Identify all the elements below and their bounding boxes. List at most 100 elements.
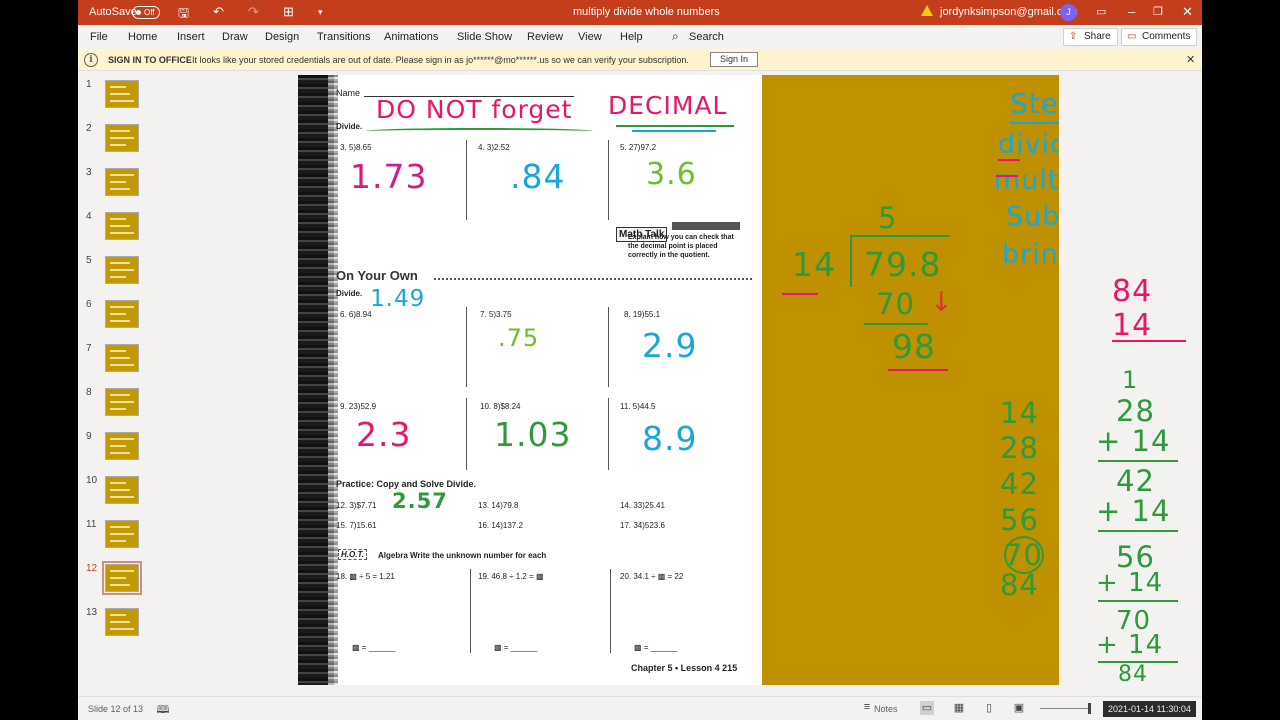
problem-8: 8. 19)55.1 <box>624 310 661 319</box>
reading-view-icon[interactable]: ▯ <box>982 701 996 715</box>
ink-sum-line <box>1098 530 1178 532</box>
message-text: It looks like your stored credentials ar… <box>192 55 689 65</box>
comments-label: Comments <box>1142 31 1191 42</box>
info-icon: i <box>84 53 98 67</box>
ink-steps-underline <box>1010 122 1059 124</box>
avatar[interactable]: J <box>1060 4 1077 21</box>
answer-blank-19: ▩ = ______ <box>494 643 538 652</box>
slide-thumbnail[interactable]: 12 <box>78 561 168 601</box>
ink-underline <box>616 125 734 129</box>
tab-review[interactable]: Review <box>527 31 563 43</box>
ink-addend: + 14 <box>1096 630 1164 660</box>
slide-thumbnail[interactable]: 13 <box>78 605 168 645</box>
comments-button[interactable]: ▭ Comments <box>1121 28 1198 46</box>
ink-subtract-line <box>864 323 928 325</box>
divide-heading: Divide. <box>336 122 363 131</box>
ink-bring-down-arrow: ↓ <box>930 287 954 318</box>
name-label: Name <box>336 88 361 98</box>
slide-thumbnails-pane: 1 2 3 4 5 6 7 8 9 10 11 12 13 <box>78 71 168 696</box>
search-icon[interactable]: ⌕ <box>672 29 679 44</box>
ink-multiple: 56 <box>1000 503 1039 537</box>
autosave-toggle[interactable]: Off <box>132 6 160 19</box>
slide-thumbnail[interactable]: 7 <box>78 341 168 381</box>
close-message-icon[interactable]: ✕ <box>1186 53 1195 66</box>
tab-insert[interactable]: Insert <box>177 31 205 43</box>
close-icon[interactable]: ✕ <box>1182 4 1193 20</box>
normal-view-icon[interactable]: ▭ <box>920 701 934 715</box>
divider <box>608 398 609 470</box>
present-icon[interactable]: ⊞ <box>283 4 294 20</box>
slide-canvas[interactable]: Name Divide. 3. 5)8.65 4. 3)2.52 5. 27)9… <box>298 75 1059 685</box>
slide-preview <box>105 124 139 152</box>
ink-multiple: 42 <box>1000 467 1039 501</box>
notes-button[interactable]: Notes <box>874 704 898 714</box>
save-icon[interactable]: 🖫 <box>178 4 189 26</box>
slide-sorter-icon[interactable]: ▦ <box>952 701 966 715</box>
practice-banner <box>672 222 740 230</box>
tab-view[interactable]: View <box>578 31 602 43</box>
tab-slide-show[interactable]: Slide Show <box>457 31 512 43</box>
problem-17: 17. 34)523.6 <box>620 521 665 530</box>
message-bar: i SIGN IN TO OFFICE It looks like your s… <box>78 49 1202 71</box>
slide-thumbnail[interactable]: 4 <box>78 209 168 249</box>
minimize-icon[interactable]: – <box>1128 4 1135 19</box>
ink-sum: 84 <box>1118 662 1148 687</box>
ink-multiple: 14 <box>1000 396 1039 430</box>
account-email[interactable]: jordynksimpson@gmail.com <box>940 6 1078 18</box>
share-button[interactable]: ⇪ Share <box>1063 28 1118 46</box>
tab-home[interactable]: Home <box>128 31 157 43</box>
slide-thumbnail[interactable]: 8 <box>78 385 168 425</box>
divider <box>610 569 611 653</box>
slideshow-icon[interactable]: ▣ <box>1012 701 1026 715</box>
slide-number: 11 <box>86 519 97 530</box>
tab-file[interactable]: File <box>90 31 108 43</box>
zoom-slider[interactable] <box>1040 708 1090 709</box>
ink-addend: 28 <box>1116 394 1155 428</box>
tab-animations[interactable]: Animations <box>384 31 438 43</box>
slide-number: 3 <box>86 167 92 178</box>
dotted-rule <box>434 278 752 280</box>
tab-design[interactable]: Design <box>265 31 299 43</box>
ink-multiple: 28 <box>1000 431 1039 465</box>
undo-icon[interactable]: ↶ <box>213 4 224 20</box>
slide-thumbnail[interactable]: 3 <box>78 165 168 205</box>
problem-16: 16. 14)137.2 <box>478 521 523 530</box>
ink-longdiv-product: 70 <box>876 287 915 321</box>
sign-in-button[interactable]: Sign In <box>710 52 758 67</box>
slide-thumbnail[interactable]: 2 <box>78 121 168 161</box>
search-box[interactable]: Search <box>689 31 724 43</box>
zoom-slider-thumb[interactable] <box>1088 703 1091 714</box>
slide-thumbnail[interactable]: 6 <box>78 297 168 337</box>
slide-thumbnail[interactable]: 11 <box>78 517 168 557</box>
divide-heading-2: Divide. <box>336 289 363 298</box>
tab-transitions[interactable]: Transitions <box>317 31 370 43</box>
ink-step-mult: mult. <box>994 165 1059 196</box>
status-bar: Slide 12 of 13 🕮 ≡ Notes ▭ ▦ ▯ ▣ 2021-01… <box>78 696 1202 720</box>
redo-icon[interactable]: ↷ <box>248 4 259 20</box>
tab-draw[interactable]: Draw <box>222 31 248 43</box>
slide-thumbnail[interactable]: 1 <box>78 77 168 117</box>
ink-answer-3: 1.73 <box>350 157 428 196</box>
ink-mult-bottom: 14 <box>1112 308 1153 343</box>
ribbon-display-icon[interactable]: ▭ <box>1096 5 1106 18</box>
warning-icon[interactable] <box>921 5 933 16</box>
restore-icon[interactable]: ❐ <box>1153 5 1163 18</box>
on-your-own-heading: On Your Own <box>336 268 418 283</box>
ink-answer-6: 1.49 <box>370 286 426 312</box>
ink-headline-2: DECIMAL <box>608 91 728 120</box>
ink-sum-line <box>1098 600 1178 602</box>
notes-icon[interactable]: ≡ <box>860 701 874 715</box>
slide-thumbnail[interactable]: 10 <box>78 473 168 513</box>
ink-addend: + 14 <box>1096 424 1171 458</box>
slide-thumbnail[interactable]: 5 <box>78 253 168 293</box>
slide-thumbnail[interactable]: 9 <box>78 429 168 469</box>
slide-number: 10 <box>86 475 98 486</box>
slide-preview <box>105 388 139 416</box>
tab-help[interactable]: Help <box>620 31 643 43</box>
ink-addend: + 14 <box>1096 494 1171 528</box>
problem-15: 15. 7)15.61 <box>336 521 377 530</box>
customize-qat-icon[interactable]: ▾ <box>318 7 323 18</box>
problem-9: 9. 23)52.9 <box>340 402 377 411</box>
accessibility-icon[interactable]: 🕮 <box>156 701 170 716</box>
problem-4: 4. 3)2.52 <box>478 143 510 152</box>
